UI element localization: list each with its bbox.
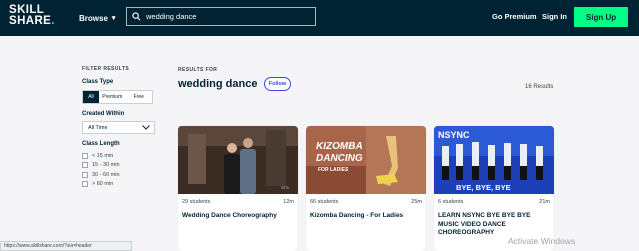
follow-button[interactable]: Follow — [264, 77, 291, 91]
class-type-label: Class Type — [82, 79, 114, 85]
search-input[interactable] — [146, 12, 306, 21]
class-length-option[interactable]: > 60 min — [82, 180, 162, 190]
class-type-toggle: All Premium Free — [82, 90, 153, 104]
browse-label: Browse — [79, 13, 108, 23]
student-count: 29 students — [182, 199, 211, 205]
class-length-option-label: < 15 min — [92, 152, 114, 159]
svg-text:STS: STS — [281, 185, 289, 190]
search-icon — [132, 12, 141, 21]
results-for-label: RESULTS FOR — [178, 67, 218, 73]
class-duration: 12m — [283, 199, 294, 205]
logo-dot: . — [51, 15, 55, 27]
class-duration: 21m — [539, 199, 550, 205]
search-query-title: wedding dance — [178, 78, 258, 90]
thumbnail-text: BYE, BYE, BYE — [456, 183, 511, 192]
status-bar-url: https://www.skillshare.com/?via=header — [0, 241, 132, 251]
class-thumbnail[interactable]: KIZOMBA DANCING FOR LADIES — [306, 126, 426, 194]
created-within-label: Created Within — [82, 111, 125, 117]
checkbox[interactable] — [82, 181, 88, 188]
class-length-option-label: 15 - 30 min — [92, 162, 120, 169]
search-box[interactable] — [126, 7, 316, 26]
class-length-option[interactable]: < 15 min — [82, 151, 162, 161]
checkbox[interactable] — [82, 171, 88, 178]
sign-in-link[interactable]: Sign In — [542, 12, 567, 21]
student-count: 66 students — [310, 199, 339, 205]
results-count: 16 Results — [525, 84, 554, 90]
class-title[interactable]: Wedding Dance Choreography — [182, 212, 294, 221]
class-title[interactable]: LEARN NSYNC BYE BYE BYE MUSIC VIDEO DANC… — [438, 212, 550, 238]
class-card[interactable]: NSYNC BYE, BYE, BYE 6 students 21m LEARN… — [434, 126, 554, 251]
thumbnail-text: DANCING — [316, 153, 363, 164]
class-length-option[interactable]: 30 - 60 min — [82, 170, 162, 180]
class-card[interactable]: KIZOMBA DANCING FOR LADIES 66 students 2… — [306, 126, 426, 251]
class-thumbnail[interactable]: NSYNC BYE, BYE, BYE — [434, 126, 554, 194]
chevron-down-icon: ▾ — [111, 15, 116, 22]
filter-sidebar: FILTER RESULTS Class Type All Premium Fr… — [82, 66, 162, 189]
class-meta: 66 students 25m — [310, 199, 422, 205]
class-meta: 29 students 12m — [182, 199, 294, 205]
thumbnail-text: NSYNC — [438, 130, 470, 140]
class-length-list: < 15 min 15 - 30 min 30 - 60 min > 60 mi… — [82, 151, 162, 189]
browse-menu[interactable]: Browse ▾ — [79, 11, 115, 25]
class-length-label: Class Length — [82, 141, 120, 147]
checkbox[interactable] — [82, 152, 88, 159]
class-type-premium[interactable]: Premium — [99, 91, 126, 103]
created-within-select[interactable]: All Time — [82, 121, 155, 134]
go-premium-link[interactable]: Go Premium — [492, 12, 537, 21]
class-title[interactable]: Kizomba Dancing - For Ladies — [310, 212, 422, 221]
activate-windows-watermark: Activate Windows — [508, 236, 576, 246]
class-type-all[interactable]: All — [83, 91, 99, 103]
class-length-option-label: > 60 min — [92, 181, 114, 188]
skillshare-logo[interactable]: SKILL SHARE. — [9, 4, 61, 31]
class-length-option[interactable]: 15 - 30 min — [82, 161, 162, 171]
class-length-option-label: 30 - 60 min — [92, 171, 120, 178]
logo-line2: SHARE — [9, 15, 52, 27]
created-within-value: All Time — [88, 124, 108, 131]
class-thumbnail[interactable]: STS — [178, 126, 298, 194]
class-type-free[interactable]: Free — [126, 91, 153, 103]
top-nav-bar: SKILL SHARE. Browse ▾ Go Premium Sign In… — [0, 0, 639, 36]
filter-results-heading: FILTER RESULTS — [82, 66, 130, 72]
class-card[interactable]: STS 29 students 12m Wedding Dance Choreo… — [178, 126, 298, 251]
chevron-down-icon — [142, 125, 150, 130]
thumbnail-text: FOR LADIES — [318, 167, 349, 173]
sign-up-button[interactable]: Sign Up — [574, 7, 628, 27]
thumbnail-text: KIZOMBA — [316, 141, 363, 152]
checkbox[interactable] — [82, 162, 88, 169]
student-count: 6 students — [438, 199, 464, 205]
class-meta: 6 students 21m — [438, 199, 550, 205]
class-duration: 25m — [411, 199, 422, 205]
